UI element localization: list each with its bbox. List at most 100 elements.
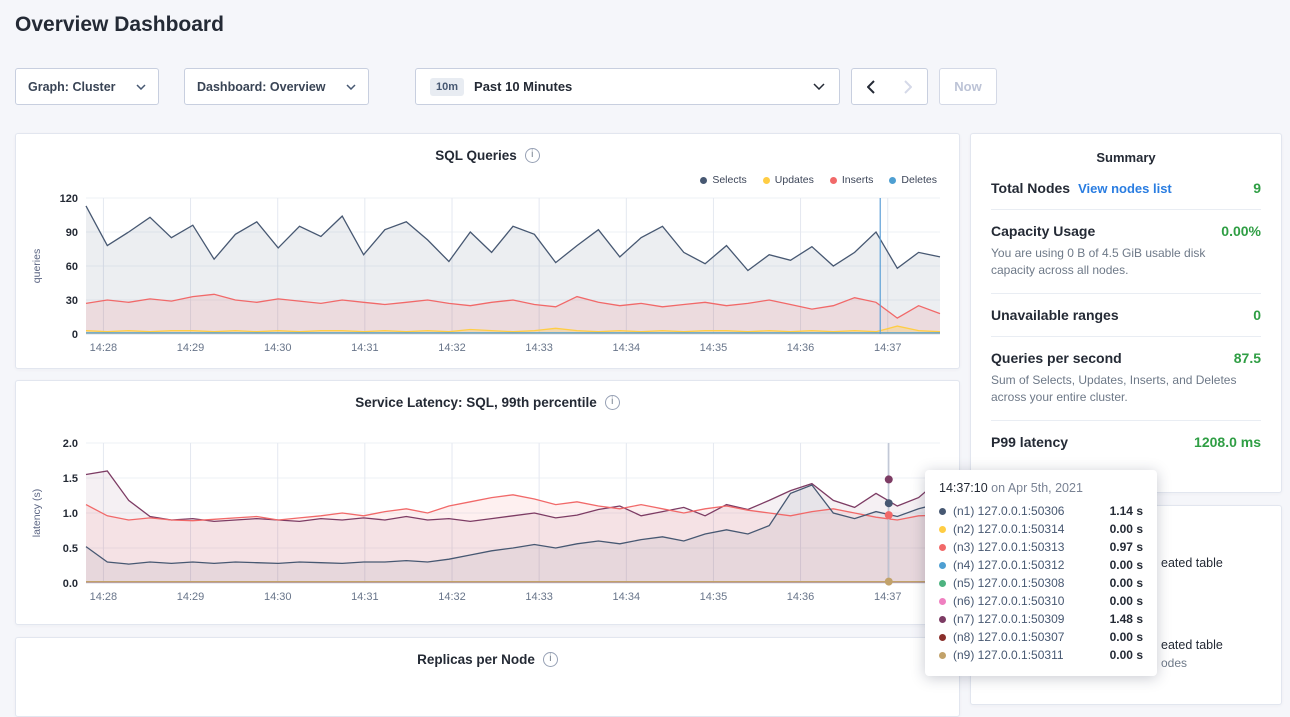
tooltip-node-value: 0.00 s	[1110, 576, 1143, 590]
svg-text:14:30: 14:30	[264, 591, 292, 603]
tooltip-node-label: (n9) 127.0.0.1:50311	[953, 648, 1064, 662]
now-button[interactable]: Now	[939, 68, 997, 105]
svg-text:14:32: 14:32	[438, 591, 466, 603]
svg-text:1.5: 1.5	[63, 473, 78, 485]
svg-text:120: 120	[60, 193, 78, 205]
chevron-down-icon	[346, 84, 356, 90]
svg-text:14:28: 14:28	[90, 591, 118, 603]
tooltip-row: (n6) 127.0.0.1:50310 0.00 s	[939, 592, 1143, 610]
summary-label: Unavailable ranges	[991, 307, 1119, 323]
dashboard-dropdown[interactable]: Dashboard: Overview	[184, 68, 369, 105]
summary-desc: Sum of Selects, Updates, Inserts, and De…	[991, 372, 1247, 407]
node-color-dot-icon	[939, 562, 946, 569]
node-color-dot-icon	[939, 580, 946, 587]
summary-desc: You are using 0 B of 4.5 GiB usable disk…	[991, 245, 1247, 280]
summary-label: Total Nodes	[991, 180, 1070, 196]
node-color-dot-icon	[939, 598, 946, 605]
legend-dot-icon	[889, 177, 896, 184]
page-title: Overview Dashboard	[15, 13, 224, 37]
svg-text:14:37: 14:37	[874, 342, 902, 354]
chevron-left-icon	[867, 80, 875, 94]
tooltip-node-label: (n3) 127.0.0.1:50313	[953, 540, 1064, 554]
view-nodes-link[interactable]: View nodes list	[1078, 181, 1172, 196]
dashboard-dropdown-label: Dashboard: Overview	[197, 80, 326, 94]
svg-text:14:31: 14:31	[351, 342, 379, 354]
service-latency-chart-title: Service Latency: SQL, 99th percentile	[355, 395, 597, 410]
tooltip-node-label: (n6) 127.0.0.1:50310	[953, 594, 1064, 608]
svg-text:14:36: 14:36	[787, 591, 815, 603]
sql-queries-chart-card: SQL Queries i SelectsUpdatesInsertsDelet…	[15, 133, 960, 369]
svg-text:90: 90	[66, 227, 78, 239]
legend-label: Deletes	[901, 174, 937, 186]
time-range-badge: 10m	[430, 78, 464, 96]
tooltip-node-value: 0.00 s	[1110, 522, 1143, 536]
time-range-label: Past 10 Minutes	[474, 79, 572, 94]
chart-hover-tooltip: 14:37:10 on Apr 5th, 2021 (n1) 127.0.0.1…	[925, 470, 1157, 676]
summary-row: Capacity Usage 0.00% You are using 0 B of …	[991, 210, 1261, 294]
tooltip-node-value: 1.48 s	[1110, 612, 1143, 626]
info-icon[interactable]: i	[543, 652, 558, 667]
svg-text:14:35: 14:35	[700, 591, 728, 603]
service-latency-chart[interactable]: 0.00.51.01.52.014:2814:2914:3014:3114:32…	[28, 437, 948, 609]
tooltip-node-value: 0.00 s	[1110, 630, 1143, 644]
svg-text:14:33: 14:33	[525, 342, 553, 354]
svg-text:queries: queries	[31, 249, 43, 283]
svg-text:1.0: 1.0	[63, 508, 78, 520]
svg-text:14:34: 14:34	[613, 591, 641, 603]
time-next-button[interactable]	[889, 68, 928, 105]
node-color-dot-icon	[939, 526, 946, 533]
tooltip-node-label: (n2) 127.0.0.1:50314	[953, 522, 1064, 536]
tooltip-node-value: 0.00 s	[1110, 594, 1143, 608]
info-icon[interactable]: i	[525, 148, 540, 163]
summary-panel: Summary Total NodesView nodes list9Capac…	[970, 133, 1282, 493]
summary-label: P99 latency	[991, 434, 1068, 450]
svg-text:2.0: 2.0	[63, 438, 78, 450]
legend-item[interactable]: Deletes	[889, 174, 937, 186]
legend-dot-icon	[700, 177, 707, 184]
svg-text:14:32: 14:32	[438, 342, 466, 354]
summary-row: Total NodesView nodes list9	[991, 167, 1261, 210]
svg-text:0.0: 0.0	[63, 578, 78, 590]
summary-value: 0	[1253, 307, 1261, 323]
legend-dot-icon	[830, 177, 837, 184]
chevron-down-icon	[136, 84, 146, 90]
summary-row-header: P99 latency 1208.0 ms	[991, 434, 1261, 450]
svg-text:14:34: 14:34	[613, 342, 641, 354]
chart-legend: Selects Updates Inserts Deletes	[700, 174, 937, 186]
tooltip-row: (n4) 127.0.0.1:503120.00 s	[939, 556, 1143, 574]
svg-text:14:35: 14:35	[700, 342, 728, 354]
node-color-dot-icon	[939, 616, 946, 623]
svg-text:14:29: 14:29	[177, 342, 205, 354]
summary-value: 1208.0 ms	[1194, 434, 1261, 450]
time-range-dropdown[interactable]: 10m Past 10 Minutes	[415, 68, 840, 105]
event-text-fragment: eated table	[1161, 556, 1223, 570]
tooltip-row: (n2) 127.0.0.1:50314 0.00 s	[939, 520, 1143, 538]
legend-label: Updates	[775, 174, 814, 186]
legend-item[interactable]: Selects	[700, 174, 746, 186]
summary-label: Queries per second	[991, 350, 1122, 366]
sql-queries-chart[interactable]: 030609012014:2814:2914:3014:3114:3214:33…	[28, 192, 948, 360]
tooltip-node-label: (n1) 127.0.0.1:50306	[953, 504, 1064, 518]
tooltip-row: (n3) 127.0.0.1:503130.97 s	[939, 538, 1143, 556]
tooltip-row: (n8) 127.0.0.1:50307 0.00 s	[939, 628, 1143, 646]
svg-text:14:33: 14:33	[525, 591, 553, 603]
legend-item[interactable]: Inserts	[830, 174, 874, 186]
chevron-down-icon	[813, 83, 825, 90]
tooltip-time: 14:37:10	[939, 481, 988, 495]
node-color-dot-icon	[939, 634, 946, 641]
svg-text:14:29: 14:29	[177, 591, 205, 603]
summary-row-header: Unavailable ranges 0	[991, 307, 1261, 323]
event-text-fragment: eated table	[1161, 638, 1223, 652]
node-color-dot-icon	[939, 544, 946, 551]
summary-label: Capacity Usage	[991, 223, 1095, 239]
summary-value: 0.00%	[1221, 223, 1261, 239]
tooltip-node-label: (n8) 127.0.0.1:50307	[953, 630, 1064, 644]
time-prev-button[interactable]	[851, 68, 890, 105]
tooltip-row: (n9) 127.0.0.1:503110.00 s	[939, 646, 1143, 664]
legend-item[interactable]: Updates	[763, 174, 814, 186]
replicas-chart-title: Replicas per Node	[417, 652, 535, 667]
tooltip-node-label: (n5) 127.0.0.1:50308	[953, 576, 1064, 590]
info-icon[interactable]: i	[605, 395, 620, 410]
summary-value: 87.5	[1234, 350, 1261, 366]
graph-dropdown[interactable]: Graph: Cluster	[15, 68, 159, 105]
